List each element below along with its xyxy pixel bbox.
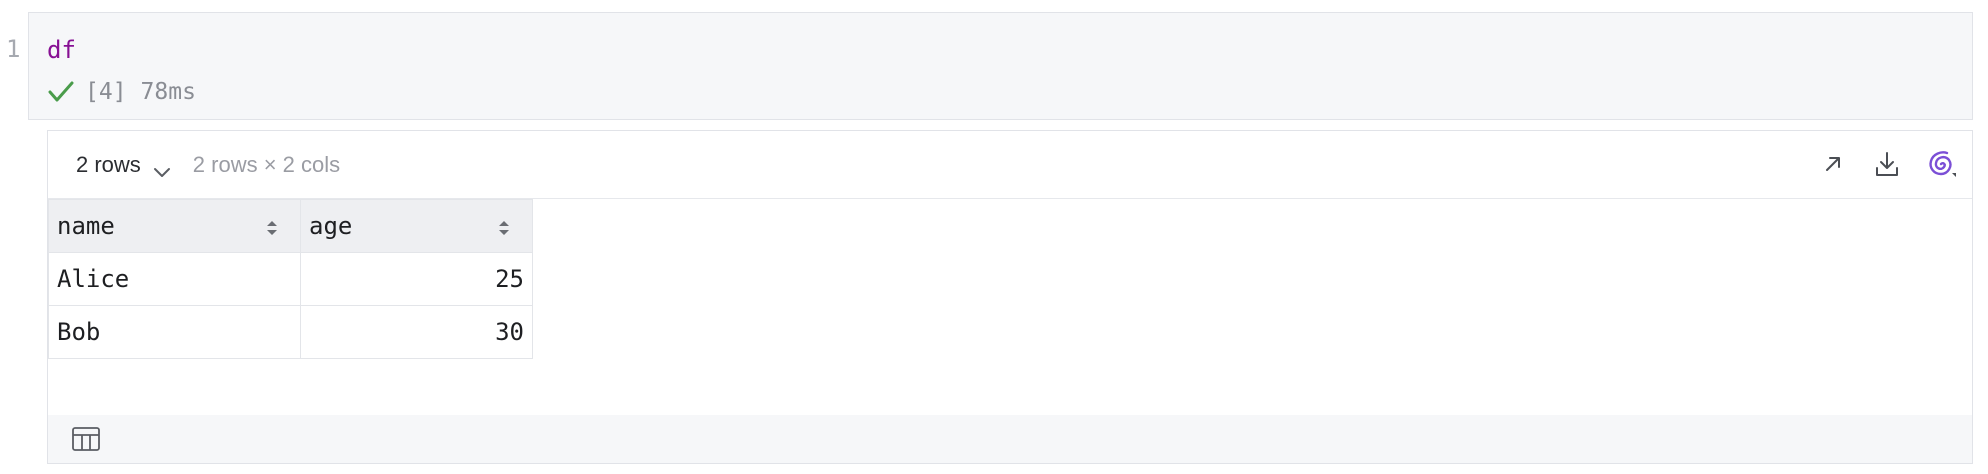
sort-icon[interactable]	[266, 216, 278, 236]
table-view-button[interactable]	[70, 423, 102, 455]
output-actions	[1816, 145, 1958, 183]
table-row: Bob 30	[48, 305, 533, 359]
table-cell-name[interactable]: Bob	[48, 305, 301, 359]
ai-assistant-button[interactable]	[1924, 145, 1958, 183]
rows-dropdown-label: 2 rows	[76, 151, 141, 177]
table-cell-age[interactable]: 30	[300, 305, 533, 359]
execution-status: [4] 78ms	[47, 79, 196, 105]
dataframe-output: 2 rows 2 rows × 2 cols name age Alice 25…	[47, 130, 1973, 464]
code-editor-line[interactable]: df	[47, 33, 76, 67]
execution-count: [4]	[85, 79, 127, 105]
chevron-down-icon	[153, 159, 171, 177]
table-row: Alice 25	[48, 252, 533, 306]
column-header-name[interactable]: name	[48, 199, 301, 253]
column-header-label: age	[309, 212, 353, 240]
column-header-label: name	[57, 212, 115, 240]
arrow-up-right-icon	[1826, 157, 1840, 171]
output-toolbar: 2 rows 2 rows × 2 cols	[48, 131, 1972, 199]
spiral-icon	[1929, 151, 1956, 177]
output-footer	[48, 415, 1972, 463]
dataframe-table: name age Alice 25 Bob 30	[48, 199, 533, 359]
rows-dropdown[interactable]: 2 rows	[76, 152, 171, 178]
table-icon	[72, 427, 100, 451]
open-in-tab-button[interactable]	[1816, 145, 1850, 183]
table-cell-name[interactable]: Alice	[48, 252, 301, 306]
dataframe-shape: 2 rows × 2 cols	[192, 151, 341, 177]
execution-time: 78ms	[140, 79, 196, 105]
sort-icon[interactable]	[498, 216, 510, 236]
download-icon	[1876, 152, 1898, 176]
check-icon	[47, 79, 75, 105]
code-cell[interactable]: df [4] 78ms	[28, 12, 1973, 120]
download-button[interactable]	[1870, 145, 1904, 183]
line-number: 1	[6, 35, 21, 63]
column-header-age[interactable]: age	[300, 199, 533, 253]
table-header-row: name age	[48, 199, 533, 253]
table-cell-age[interactable]: 25	[300, 252, 533, 306]
notebook-page: 1 df [4] 78ms 2 rows 2 rows × 2 cols nam…	[0, 0, 1988, 474]
